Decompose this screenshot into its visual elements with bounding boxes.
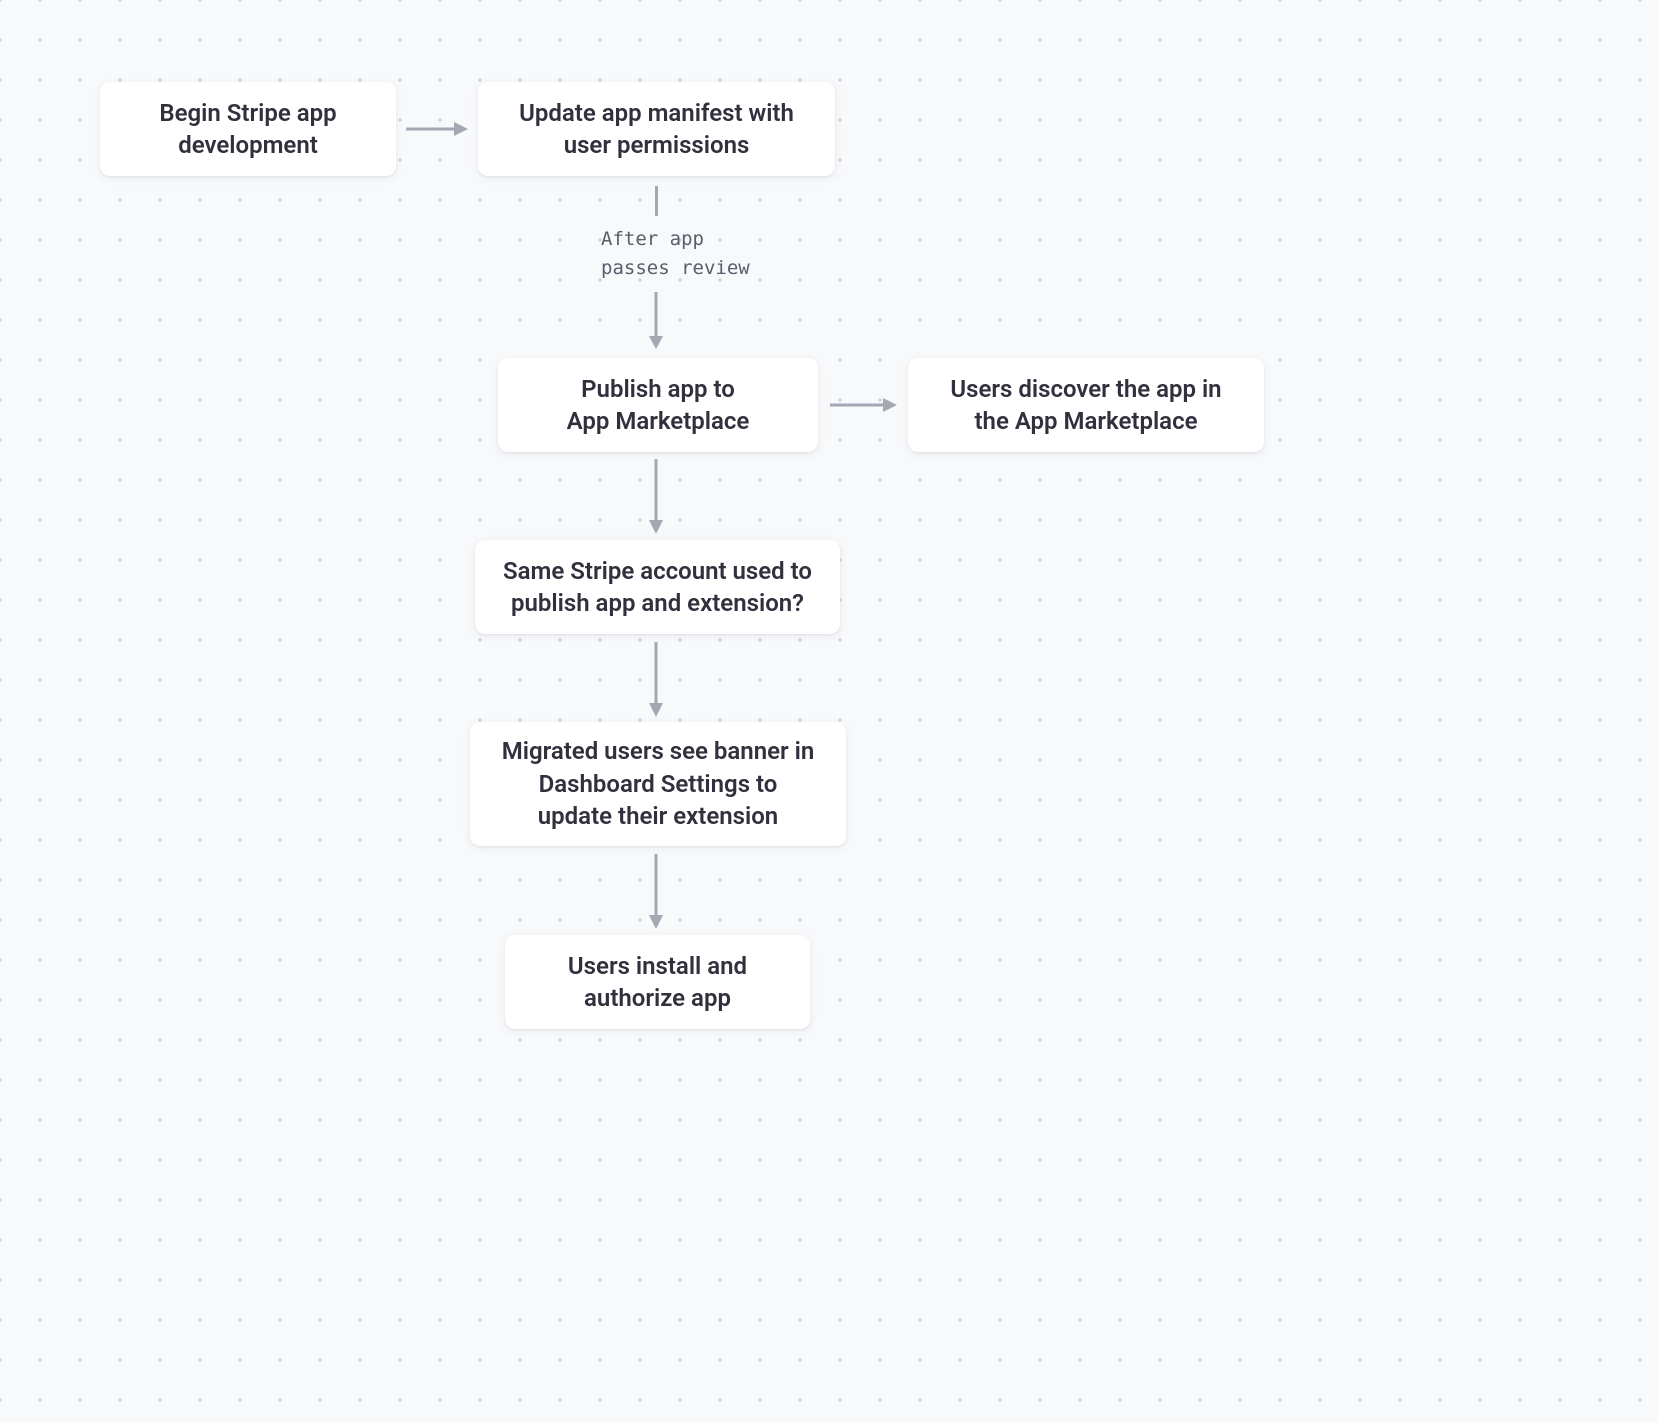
arrow-icon [647, 457, 665, 535]
node-label: Publish app toApp Marketplace [567, 373, 750, 438]
arrow-banner-to-install [647, 852, 665, 930]
arrow-publish-to-sameaccount [647, 457, 665, 535]
node-users-discover-app: Users discover the app inthe App Marketp… [908, 358, 1264, 452]
node-label: Migrated users see banner inDashboard Se… [502, 735, 815, 832]
arrow-begin-to-manifest [404, 120, 469, 138]
annotation-after-review: After apppasses review [601, 225, 750, 282]
arrow-icon [647, 290, 665, 350]
node-migrated-users-banner: Migrated users see banner inDashboard Se… [470, 722, 846, 846]
arrow-icon [647, 852, 665, 930]
node-update-app-manifest: Update app manifest withuser permissions [478, 82, 835, 176]
node-label: Update app manifest withuser permissions [519, 97, 794, 162]
arrow-icon [828, 396, 898, 414]
arrow-publish-to-discover [828, 396, 898, 414]
arrow-icon [647, 640, 665, 718]
node-users-install-authorize: Users install andauthorize app [505, 935, 810, 1029]
node-publish-app-to-marketplace: Publish app toApp Marketplace [498, 358, 818, 452]
node-begin-stripe-app-development: Begin Stripe appdevelopment [100, 82, 396, 176]
node-label: Begin Stripe appdevelopment [159, 97, 336, 162]
node-label: Users install andauthorize app [568, 950, 747, 1015]
node-label: Same Stripe account used topublish app a… [503, 555, 812, 620]
arrow-review-to-publish [647, 290, 665, 350]
node-label: Users discover the app inthe App Marketp… [950, 373, 1221, 438]
node-same-stripe-account-question: Same Stripe account used topublish app a… [475, 540, 840, 634]
arrow-icon [404, 120, 469, 138]
arrow-sameaccount-to-banner [647, 640, 665, 718]
connector-manifest-stub [655, 186, 658, 216]
